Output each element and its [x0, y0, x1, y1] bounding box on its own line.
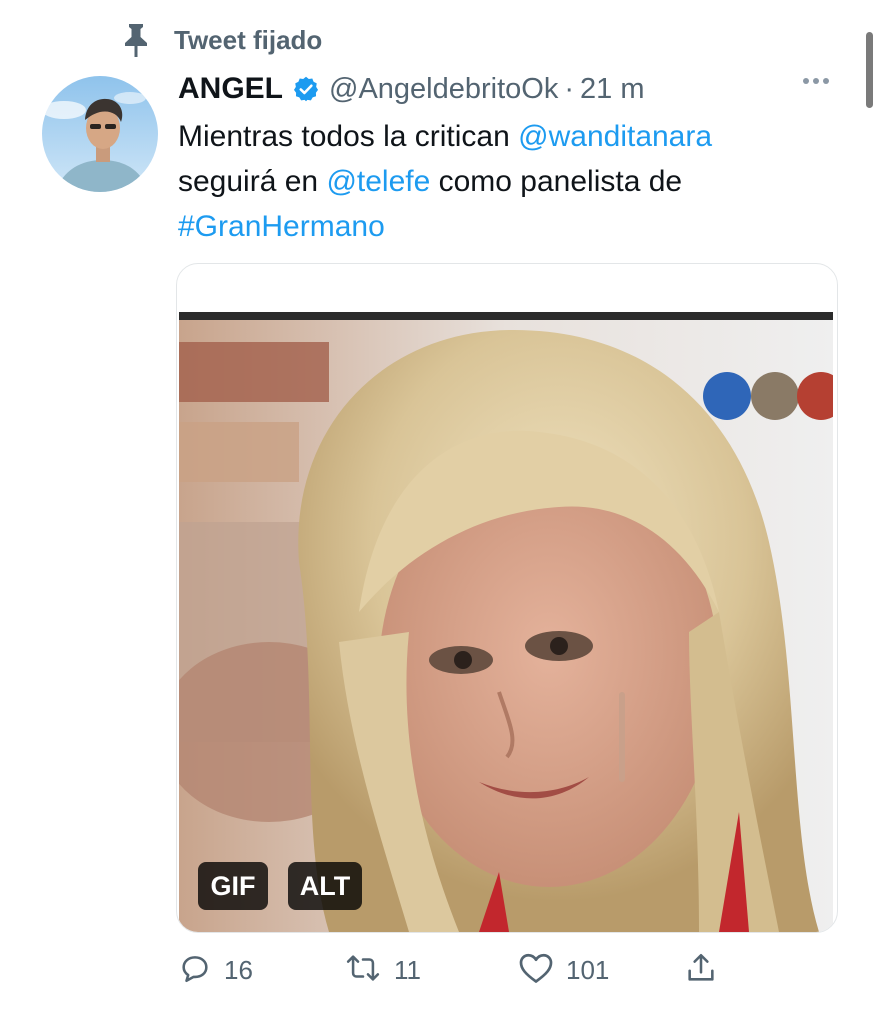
share-button[interactable]	[684, 948, 718, 992]
reply-count: 16	[224, 954, 253, 985]
hashtag-link[interactable]: #GranHermano	[178, 210, 385, 243]
retweet-icon	[344, 951, 382, 990]
tweet-text-segment: como panelista de	[430, 165, 683, 198]
gif-badge: GIF	[198, 862, 268, 910]
reply-icon	[178, 951, 212, 990]
tweet-text-segment: Mientras todos la critican	[178, 120, 519, 153]
author-handle[interactable]: @AngeldebritoOk	[329, 73, 558, 106]
avatar[interactable]	[42, 76, 158, 192]
verified-badge-icon	[292, 75, 320, 103]
tweet-text-segment: seguirá en	[178, 165, 327, 198]
mention-link[interactable]: @telefe	[326, 165, 430, 198]
media-card[interactable]	[176, 263, 838, 933]
separator-dot: ·	[564, 72, 575, 105]
pinned-label: Tweet fijado	[174, 24, 323, 55]
tweet-text: Mientras todos la critican @wanditanara …	[178, 114, 838, 249]
tweet-header: ANGEL @AngeldebritoOk · 21 m	[178, 72, 645, 106]
pinned-indicator: Tweet fijado	[120, 22, 322, 58]
like-button[interactable]: 101	[518, 948, 609, 992]
retweet-button[interactable]: 11	[344, 948, 421, 992]
like-count: 101	[566, 954, 610, 985]
author-name[interactable]: ANGEL	[178, 72, 283, 106]
retweet-count: 11	[394, 954, 421, 985]
alt-badge[interactable]: ALT	[288, 862, 362, 910]
heart-icon	[518, 951, 554, 990]
share-icon	[684, 951, 718, 990]
more-options-icon[interactable]	[803, 78, 829, 84]
mention-link[interactable]: @wanditanara	[518, 120, 712, 153]
reply-button[interactable]: 16	[178, 948, 253, 992]
gif-image[interactable]	[179, 312, 833, 932]
scrollbar[interactable]	[866, 32, 873, 108]
tweet-timestamp[interactable]: 21 m	[580, 73, 644, 106]
pin-icon	[120, 22, 152, 58]
